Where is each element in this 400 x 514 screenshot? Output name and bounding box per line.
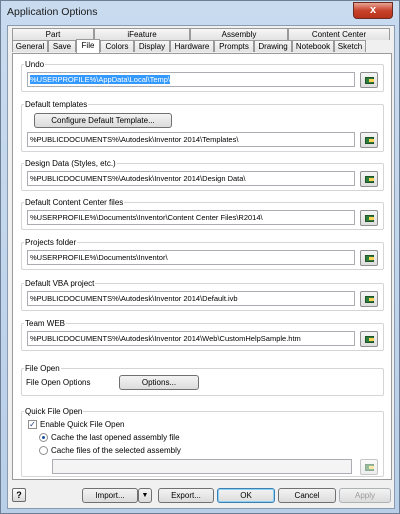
tab-row-top: Part iFeature Assembly Content Center [12,28,390,40]
ok-button[interactable]: OK [217,488,275,503]
projects-path-text: %USERPROFILE%\Documents\Inventor\ [30,253,168,262]
close-button[interactable]: x [353,2,393,19]
design-data-path-text: %PUBLICDOCUMENTS%\Autodesk\Inventor 2014… [30,174,246,183]
tab-file[interactable]: File [76,39,100,53]
team-web-label: Team WEB [24,319,67,328]
quick-file-open-group: Quick File Open ✓ Enable Quick File Open… [21,407,384,477]
projects-label: Projects folder [24,238,78,247]
cancel-button[interactable]: Cancel [278,488,336,503]
close-icon: x [369,4,377,16]
enable-quick-open-label[interactable]: Enable Quick File Open [40,420,125,429]
undo-group: Undo %USERPROFILE%\AppData\Local\Temp\ [21,60,384,92]
team-web-path-text: %PUBLICDOCUMENTS%\Autodesk\Inventor 2014… [30,334,301,343]
design-data-group: Design Data (Styles, etc.) %PUBLICDOCUME… [21,159,384,191]
help-button[interactable]: ? [12,488,26,502]
folder-browse-icon [365,77,374,84]
tab-display[interactable]: Display [134,40,170,52]
team-web-browse-button[interactable] [360,331,378,347]
file-open-group: File Open File Open Options Options... [21,364,384,396]
file-open-label: File Open [24,364,61,373]
vba-browse-button[interactable] [360,291,378,307]
import-dropdown-button[interactable]: ▼ [138,488,152,503]
vba-path-field[interactable]: %PUBLICDOCUMENTS%\Autodesk\Inventor 2014… [27,291,355,306]
help-icon: ? [16,490,22,500]
tab-row-bottom: General Save File Colors Display Hardwar… [12,39,366,53]
chevron-down-icon: ▼ [141,492,149,499]
templates-path-text: %PUBLICDOCUMENTS%\Autodesk\Inventor 2014… [30,135,239,144]
tab-general[interactable]: General [12,40,48,52]
templates-group: Default templates Configure Default Temp… [21,100,384,152]
design-data-path-field[interactable]: %PUBLICDOCUMENTS%\Autodesk\Inventor 2014… [27,171,355,186]
tab-drawing[interactable]: Drawing [254,40,292,52]
design-data-browse-button[interactable] [360,171,378,187]
cache-selected-assembly-label[interactable]: Cache files of the selected assembly [51,446,181,455]
application-options-window: Application Options x Part iFeature Asse… [0,0,400,514]
tab-ifeature[interactable]: iFeature [94,28,190,40]
tab-assembly[interactable]: Assembly [190,28,288,40]
tab-hardware[interactable]: Hardware [170,40,214,52]
vba-group: Default VBA project %PUBLICDOCUMENTS%\Au… [21,279,384,311]
quick-open-path-field[interactable] [52,459,352,474]
undo-path-text: %USERPROFILE%\AppData\Local\Temp\ [30,75,171,84]
content-center-group: Default Content Center files %USERPROFIL… [21,198,384,230]
team-web-group: Team WEB %PUBLICDOCUMENTS%\Autodesk\Inve… [21,319,384,351]
folder-browse-icon [365,137,374,144]
file-tab-panel: Undo %USERPROFILE%\AppData\Local\Temp\ D… [12,53,392,480]
tab-content-center[interactable]: Content Center [288,28,390,40]
enable-quick-open-checkbox[interactable]: ✓ [28,420,37,429]
apply-button[interactable]: Apply [339,488,391,503]
tab-notebook[interactable]: Notebook [292,40,334,52]
folder-browse-icon [365,255,374,262]
tab-prompts[interactable]: Prompts [214,40,254,52]
projects-browse-button[interactable] [360,250,378,266]
file-open-options-label: File Open Options [26,378,91,387]
templates-path-field[interactable]: %PUBLICDOCUMENTS%\Autodesk\Inventor 2014… [27,132,355,147]
undo-path-field[interactable]: %USERPROFILE%\AppData\Local\Temp\ [27,72,355,87]
dialog-client-area: Part iFeature Assembly Content Center Ge… [7,25,395,509]
folder-browse-icon [365,336,374,343]
content-center-browse-button[interactable] [360,210,378,226]
vba-label: Default VBA project [24,279,96,288]
title-bar[interactable]: Application Options x [1,1,399,23]
projects-group: Projects folder %USERPROFILE%\Documents\… [21,238,384,270]
quick-open-browse-button[interactable] [360,459,378,475]
tab-save[interactable]: Save [48,40,76,52]
import-button[interactable]: Import... [82,488,138,503]
cache-last-assembly-radio[interactable] [39,433,48,442]
file-open-options-button[interactable]: Options... [119,375,199,390]
content-center-label: Default Content Center files [24,198,125,207]
cache-selected-assembly-radio[interactable] [39,446,48,455]
folder-browse-icon [365,215,374,222]
tab-sketch[interactable]: Sketch [334,40,366,52]
design-data-label: Design Data (Styles, etc.) [24,159,117,168]
projects-path-field[interactable]: %USERPROFILE%\Documents\Inventor\ [27,250,355,265]
templates-browse-button[interactable] [360,132,378,148]
configure-template-button[interactable]: Configure Default Template... [34,113,172,128]
undo-browse-button[interactable] [360,72,378,88]
templates-label: Default templates [24,100,89,109]
undo-label: Undo [24,60,46,69]
cache-last-assembly-label[interactable]: Cache the last opened assembly file [51,433,180,442]
quick-file-open-label: Quick File Open [24,407,84,416]
folder-browse-icon [365,296,374,303]
team-web-path-field[interactable]: %PUBLICDOCUMENTS%\Autodesk\Inventor 2014… [27,331,355,346]
content-center-path-text: %USERPROFILE%\Documents\Inventor\Content… [30,213,263,222]
export-button[interactable]: Export... [158,488,214,503]
window-title: Application Options [7,6,98,18]
vba-path-text: %PUBLICDOCUMENTS%\Autodesk\Inventor 2014… [30,294,238,303]
content-center-path-field[interactable]: %USERPROFILE%\Documents\Inventor\Content… [27,210,355,225]
folder-browse-icon [365,176,374,183]
tab-colors[interactable]: Colors [100,40,134,52]
folder-browse-icon [365,464,374,471]
